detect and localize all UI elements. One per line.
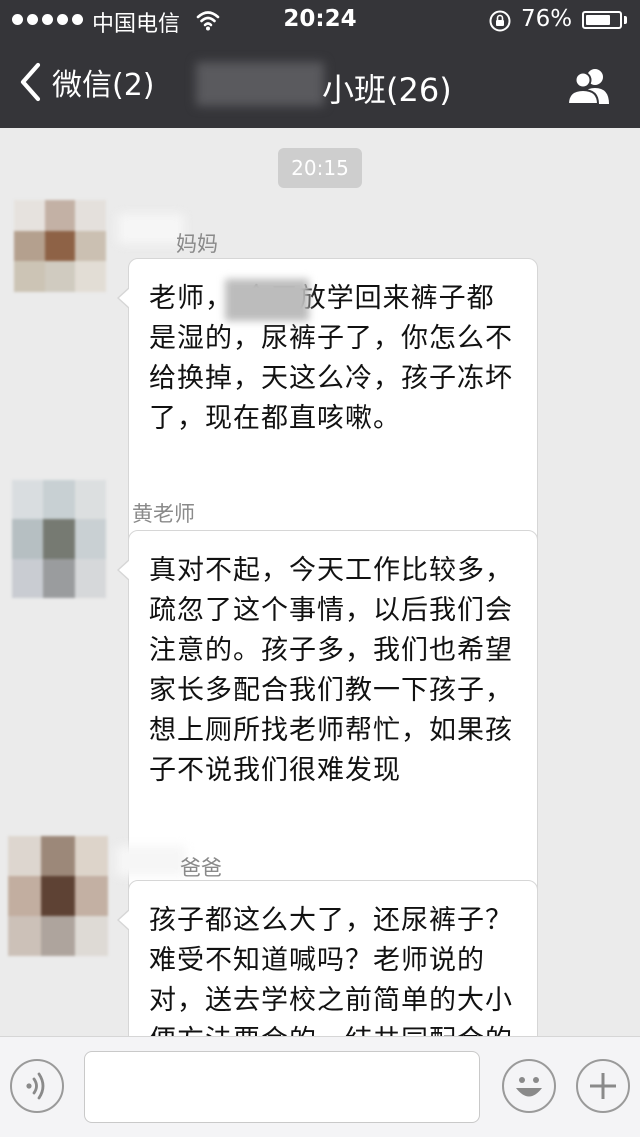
message-text: 孩子都这么大了，还尿裤子？难受不知道喊吗？老师说的对，送去学校之前简单的大小便方…	[149, 905, 513, 1036]
message-bubble[interactable]: 孩子都这么大了，还尿裤子？难受不知道喊吗？老师说的对，送去学校之前简单的大小便方…	[117, 880, 538, 1036]
avatar[interactable]	[12, 480, 106, 598]
voice-icon	[12, 1061, 62, 1111]
message-timestamp: 20:15	[278, 148, 362, 188]
input-bar	[0, 1036, 640, 1137]
group-members-icon[interactable]	[564, 66, 614, 106]
sender-name: 爸爸	[180, 856, 222, 880]
message-text: 老师， 今天放学回来裤子都是湿的，尿裤子了，你怎么不给换掉，天这么冷，孩子冻坏了…	[149, 283, 513, 434]
battery-icon	[582, 11, 622, 29]
emoji-button[interactable]	[502, 1059, 556, 1113]
sender-name: 妈妈	[176, 232, 218, 256]
voice-input-button[interactable]	[10, 1059, 64, 1113]
chat-title: 小班(26)	[322, 71, 452, 109]
battery-percentage: 76%	[521, 6, 573, 32]
navigation-bar: 微信(2) 小班(26)	[0, 40, 640, 128]
sender-name-redaction	[116, 846, 186, 876]
avatar[interactable]	[8, 836, 108, 956]
rotation-lock-icon	[488, 9, 512, 33]
avatar[interactable]	[14, 200, 106, 292]
back-label: 微信(2)	[52, 68, 155, 103]
title-redaction	[196, 62, 324, 106]
top-bar: 中国电信 20:24 76% 微信(2) 小班(26)	[0, 0, 640, 128]
smiley-icon	[504, 1061, 554, 1111]
status-bar: 中国电信 20:24 76%	[0, 0, 640, 40]
message-text: 真对不起，今天工作比较多，疏忽了这个事情，以后我们会注意的。孩子多，我们也希望家…	[149, 555, 513, 786]
chevron-left-icon	[18, 61, 42, 103]
back-button[interactable]: 微信(2)	[18, 60, 155, 104]
more-button[interactable]	[576, 1059, 630, 1113]
sender-name: 黄老师	[132, 502, 195, 526]
sender-name-redaction	[118, 214, 184, 244]
plus-icon	[578, 1061, 628, 1111]
name-redaction	[225, 279, 309, 321]
chat-messages[interactable]: 20:15 妈妈 老师， 今天放学回来裤子都是湿的，尿裤子了，你怎么不给换掉，天…	[0, 128, 640, 1036]
message-input[interactable]	[84, 1051, 480, 1123]
